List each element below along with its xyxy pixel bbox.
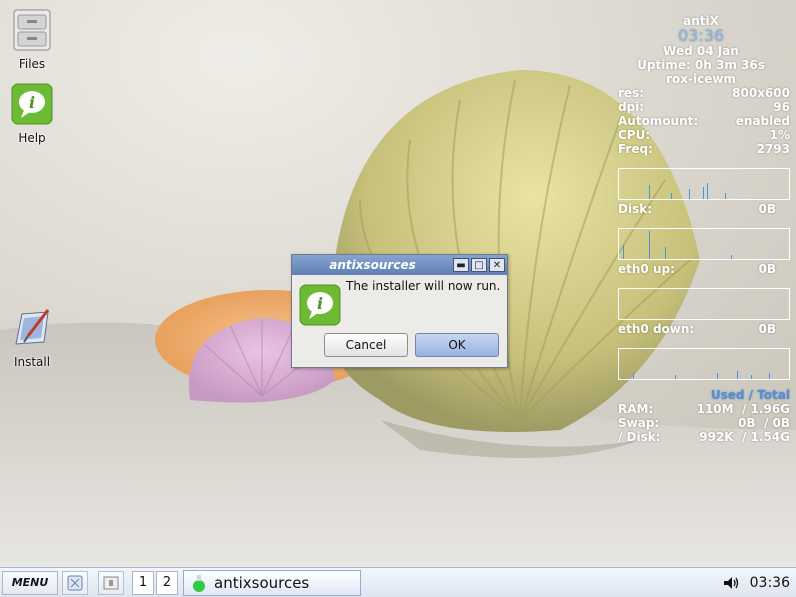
- stat-row: CPU: 1%: [618, 128, 790, 142]
- usage-row: RAM: 110M / 1.96G: [618, 402, 790, 416]
- window-list-button[interactable]: [98, 571, 124, 595]
- maximize-icon[interactable]: □: [471, 258, 487, 272]
- conky-time: 03:36: [677, 26, 725, 45]
- file-cabinet-icon: [13, 9, 51, 51]
- conky-monitor: antiX 03:36 Wed 04 Jan Uptime: 0h 3m 36s…: [612, 14, 790, 444]
- usage-header: Used / Total: [710, 388, 790, 402]
- usage-row: / Disk: 992K / 1.54G: [618, 430, 790, 444]
- stat-row: res: 800x600: [618, 86, 790, 100]
- desktop-icon-label: Install: [13, 355, 51, 369]
- start-menu-button[interactable]: MENU: [2, 571, 58, 595]
- svg-text:i: i: [317, 294, 323, 313]
- workspace-1-button[interactable]: 1: [132, 571, 154, 595]
- dialog-body: i The installer will now run. Cancel OK: [292, 275, 507, 367]
- desktop-icon-label: Files: [18, 57, 46, 71]
- window-list-icon: [103, 576, 119, 590]
- desktop-icon-label: Help: [18, 131, 46, 145]
- disk-row: Disk: 0B: [618, 202, 776, 216]
- taskbar-item-antixsources[interactable]: antixsources: [183, 570, 361, 596]
- desktop-icon-files[interactable]: Files: [0, 8, 64, 71]
- workspace-2-button[interactable]: 2: [156, 571, 178, 595]
- desktop-icon-help[interactable]: i Help: [0, 82, 64, 145]
- minimize-icon[interactable]: ▬: [453, 258, 469, 272]
- stat-row: dpi: 96: [618, 100, 790, 114]
- stat-row: Freq: 2793: [618, 142, 790, 156]
- show-desktop-icon: [67, 575, 83, 591]
- volume-icon[interactable]: [722, 574, 740, 592]
- show-desktop-button[interactable]: [62, 571, 88, 595]
- disk-graph: [618, 228, 790, 260]
- system-tray: 03:36: [722, 571, 790, 595]
- close-icon[interactable]: ✕: [489, 258, 505, 272]
- taskbar: MENU 1 2 antixsources 03:36: [0, 567, 796, 597]
- eth-up-row: eth0 up: 0B: [618, 262, 776, 276]
- conky-date: Wed 04 Jan: [663, 44, 739, 58]
- installer-dialog: antixsources ▬ □ ✕ i The installer will …: [291, 254, 508, 368]
- eth-up-graph: [618, 288, 790, 320]
- ok-button[interactable]: OK: [415, 333, 499, 357]
- usage-row: Swap: 0B / 0B: [618, 416, 790, 430]
- svg-text:i: i: [29, 93, 35, 112]
- task-label: antixsources: [214, 574, 310, 592]
- desktop-icon-install[interactable]: Install: [0, 306, 64, 369]
- dialog-title: antixsources: [329, 258, 416, 272]
- conky-uptime: Uptime: 0h 3m 36s: [637, 58, 765, 72]
- stat-row: Automount: enabled: [618, 114, 790, 128]
- dialog-titlebar[interactable]: antixsources ▬ □ ✕: [292, 255, 507, 275]
- flask-icon: [193, 575, 205, 592]
- info-bubble-icon: i: [299, 284, 341, 326]
- conky-wm: rox-icewm: [666, 72, 736, 86]
- info-bubble-icon: i: [11, 83, 53, 125]
- taskbar-clock[interactable]: 03:36: [750, 575, 790, 591]
- cpu-graph: [618, 168, 790, 200]
- cancel-button[interactable]: Cancel: [324, 333, 408, 357]
- installer-icon: [15, 309, 50, 345]
- eth-down-row: eth0 down: 0B: [618, 322, 776, 336]
- eth-down-graph: [618, 348, 790, 380]
- dialog-message: The installer will now run.: [346, 279, 501, 293]
